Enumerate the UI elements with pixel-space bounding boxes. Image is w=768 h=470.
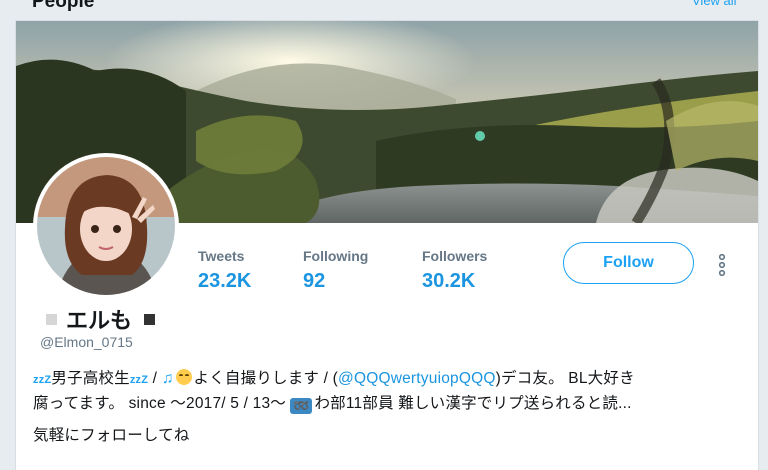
- stat-followers-label: Followers: [422, 248, 488, 264]
- section-title: People: [32, 0, 95, 12]
- sleeping-zz-icon: zzZ: [129, 374, 149, 386]
- follow-button[interactable]: Follow: [563, 242, 694, 284]
- bio-text: )デコ友。 BL大好き: [495, 370, 635, 387]
- stat-followers-value: 30.2K: [422, 270, 476, 292]
- avatar-image: [37, 157, 175, 295]
- double-loop-icon: ➿: [290, 398, 313, 414]
- light-square-icon: [46, 313, 57, 325]
- music-notes-icon: ♫: [161, 370, 174, 387]
- profile-card[interactable]: Tweets 23.2K Following 92 Followers 30.2…: [15, 20, 759, 470]
- bio-text: よく自撮りします / (: [193, 370, 339, 387]
- mention-link[interactable]: @QQQwertyuiopQQQ: [338, 370, 496, 387]
- view-all-link[interactable]: View all: [692, 0, 737, 8]
- stat-following[interactable]: Following 92: [303, 248, 368, 293]
- stat-tweets-label: Tweets: [198, 248, 245, 264]
- display-name[interactable]: エルも: [66, 303, 132, 335]
- bio-text: 男子高校生: [51, 370, 130, 387]
- stat-tweets[interactable]: Tweets 23.2K: [198, 248, 251, 293]
- sleeping-zz-icon: zzZ: [33, 374, 52, 386]
- avatar[interactable]: [33, 153, 179, 299]
- stat-followers[interactable]: Followers 30.2K: [422, 248, 487, 293]
- bio-text: 腐ってます。 since ～2017/ 5 / 13～: [33, 395, 291, 412]
- section-header: People View all: [0, 0, 768, 14]
- dark-square-icon: [144, 313, 156, 325]
- bio-line-3: 気軽にフォローしてね: [33, 427, 190, 444]
- bio-line-2: 腐ってます。 since ～2017/ 5 / 13～ ➿ わ部11部員 難しい漢…: [33, 391, 632, 414]
- stat-tweets-value: 23.2K: [198, 270, 252, 292]
- user-handle[interactable]: @Elmon_0715: [40, 334, 133, 350]
- bio-text: わ部11部員 難しい漢字でリプ送られると読...: [314, 395, 632, 412]
- bio-line-1: zzZ男子高校生zzZ / ♫ よく自撮りします / (@QQQwertyuiop…: [33, 366, 635, 388]
- smiling-face-icon: [175, 369, 192, 385]
- stat-following-value: 92: [303, 270, 326, 292]
- stat-following-label: Following: [303, 248, 369, 264]
- display-name-row: エルも: [46, 303, 156, 335]
- bio-text: /: [148, 370, 162, 387]
- more-options-icon[interactable]: [716, 253, 728, 277]
